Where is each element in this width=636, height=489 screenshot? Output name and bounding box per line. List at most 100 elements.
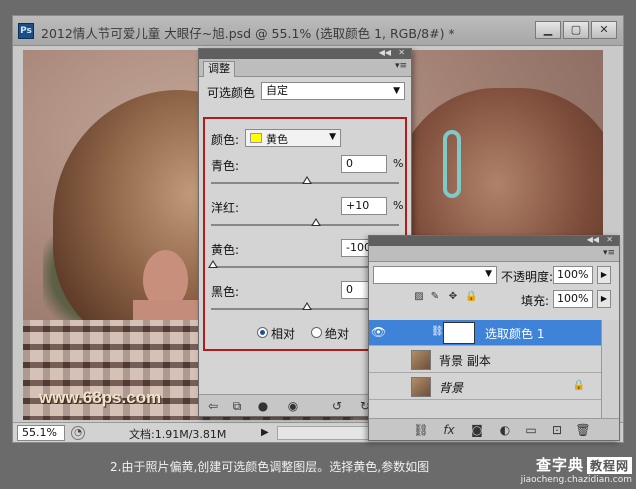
new-group-icon[interactable]: ▭ <box>523 422 539 438</box>
opacity-input[interactable]: 100% <box>553 266 593 284</box>
cyan-input[interactable]: 0 <box>341 155 387 173</box>
chevron-down-icon: ▼ <box>393 86 400 96</box>
layers-scrollbar[interactable] <box>601 320 619 420</box>
color-row: 颜色: 黄色 ▼ <box>211 129 401 147</box>
expand-view-icon[interactable]: ⧉ <box>229 398 245 414</box>
collapse-icon[interactable]: ◀◀ <box>379 48 391 57</box>
color-value: 黄色 <box>266 133 288 146</box>
magenta-input[interactable]: +10 <box>341 197 387 215</box>
preset-value: 自定 <box>266 84 288 97</box>
layer-name: 背景 副本 <box>439 354 491 368</box>
link-layers-icon[interactable]: ⛓ <box>413 422 429 438</box>
lock-move-icon[interactable]: ✥ <box>447 291 459 303</box>
slider-label: 黑色: <box>211 285 240 299</box>
visibility-eye-icon[interactable]: ◉ <box>285 398 301 414</box>
layers-tab-row: ▾≡ <box>369 246 619 262</box>
document-size: 文档:1.91M/3.81M <box>129 428 227 441</box>
layer-row[interactable]: 背景 副本 <box>369 347 601 373</box>
layers-panel: ◀◀ ✕ ▾≡ ▼ 不透明度: 100% ▶ ▨ ✎ ✥ 🔒 填充: 100% … <box>368 235 620 441</box>
panel-drag-bar[interactable]: ◀◀ ✕ <box>199 48 411 59</box>
collapse-icon[interactable]: ◀◀ <box>587 235 599 244</box>
opacity-label: 不透明度: <box>501 270 554 284</box>
close-button[interactable]: ✕ <box>591 21 617 39</box>
chevron-down-icon: ▼ <box>485 269 492 279</box>
layer-thumbnail <box>411 377 431 397</box>
slider-thumb[interactable] <box>311 218 322 226</box>
site-name: 查字典 <box>535 456 584 474</box>
fill-label: 填充: <box>521 294 550 308</box>
preset-row: 可选颜色 自定 ▼ <box>199 77 411 105</box>
opacity-arrow-icon[interactable]: ▶ <box>597 266 611 284</box>
layer-style-fx-icon[interactable]: fx <box>441 422 457 438</box>
percent-unit: % <box>393 199 404 212</box>
link-chain-icon: ⛓ <box>431 326 444 337</box>
panel-menu-icon[interactable]: ▾≡ <box>603 248 615 258</box>
layer-mask-thumbnail[interactable] <box>443 322 475 344</box>
lock-transparent-icon[interactable]: ▨ <box>413 291 425 303</box>
panel-tab-row: 调整 ▾≡ <box>199 59 411 77</box>
minimize-icon: ▁ <box>543 23 553 36</box>
panel-close-icon[interactable]: ✕ <box>606 235 613 244</box>
slider-label: 洋红: <box>211 201 240 215</box>
clip-layer-icon[interactable]: ● <box>255 398 271 414</box>
fill-arrow-icon[interactable]: ▶ <box>597 290 611 308</box>
minimize-button[interactable]: ▁ <box>535 21 561 39</box>
radio-absolute-label: 绝对 <box>325 327 350 341</box>
layer-name: 选取颜色 1 <box>485 327 545 341</box>
slider-track[interactable] <box>211 224 399 226</box>
photoshop-logo-icon: Ps <box>18 23 34 39</box>
lock-row: ▨ ✎ ✥ 🔒 填充: 100% ▶ <box>369 286 619 310</box>
radio-relative[interactable] <box>257 327 268 338</box>
adjustment-layer-icon[interactable]: ◐ <box>497 422 513 438</box>
document-titlebar[interactable]: Ps 2012情人节可爱儿童 大眼仔~旭.psd @ 55.1% (选取颜色 1… <box>13 16 623 46</box>
preset-dropdown[interactable]: 自定 ▼ <box>261 82 405 100</box>
document-title: 2012情人节可爱儿童 大眼仔~旭.psd @ 55.1% (选取颜色 1, R… <box>41 26 455 41</box>
window-buttons: ▁ ▢ ✕ <box>535 21 617 39</box>
radio-relative-label: 相对 <box>271 327 296 341</box>
panel-close-icon[interactable]: ✕ <box>398 48 405 57</box>
tab-adjustments[interactable]: 调整 <box>203 61 235 77</box>
blend-row: ▼ 不透明度: 100% ▶ <box>369 262 619 286</box>
lock-all-icon[interactable]: 🔒 <box>465 291 477 303</box>
new-layer-icon[interactable]: ⊡ <box>549 422 565 438</box>
status-menu-arrow-icon[interactable]: ▶ <box>261 426 273 440</box>
layer-name: 背景 <box>439 381 464 395</box>
lock-icon: 🔒 <box>572 380 585 391</box>
slider-thumb[interactable] <box>208 260 218 268</box>
view-previous-icon[interactable]: ↺ <box>329 398 345 414</box>
status-info-icon[interactable]: ◔ <box>71 426 85 440</box>
chevron-down-icon: ▼ <box>329 132 336 142</box>
slider-label: 青色: <box>211 159 240 173</box>
layer-row[interactable]: 背景 🔒 <box>369 374 601 400</box>
slider-magenta: 洋红: +10 % <box>211 197 403 237</box>
layer-row[interactable]: 👁 ⛓ 选取颜色 1 <box>369 320 601 346</box>
slider-thumb[interactable] <box>302 176 312 184</box>
layer-thumbnail <box>411 350 431 370</box>
radio-absolute[interactable] <box>311 327 322 338</box>
layers-drag-bar[interactable]: ◀◀ ✕ <box>369 235 619 246</box>
visibility-eye-icon[interactable]: 👁 <box>371 325 386 339</box>
site-logo: 查字典 教程网 jiaocheng.chazidian.com <box>521 454 632 485</box>
color-dropdown[interactable]: 黄色 ▼ <box>245 129 341 147</box>
panel-menu-icon[interactable]: ▾≡ <box>395 61 407 71</box>
slider-label: 黄色: <box>211 243 240 257</box>
hair-clip <box>443 130 461 198</box>
trash-icon[interactable]: 🗑 <box>575 422 591 438</box>
percent-unit: % <box>393 157 404 170</box>
site-box: 教程网 <box>586 457 632 474</box>
maximize-button[interactable]: ▢ <box>563 21 589 39</box>
site-url: jiaocheng.chazidian.com <box>520 475 632 485</box>
fill-input[interactable]: 100% <box>553 290 593 308</box>
zoom-level-field[interactable]: 55.1% <box>17 425 65 441</box>
back-arrow-icon[interactable]: ⇦ <box>205 398 221 414</box>
add-mask-icon[interactable]: ◙ <box>469 422 485 438</box>
color-label: 颜色: <box>211 133 240 147</box>
watermark-text: www.68ps.com <box>39 388 162 407</box>
slider-cyan: 青色: 0 % <box>211 155 403 195</box>
lock-paint-icon[interactable]: ✎ <box>429 291 441 303</box>
preset-label: 可选颜色 <box>207 86 256 100</box>
layers-footer: ⛓ fx ◙ ◐ ▭ ⊡ 🗑 <box>369 418 619 440</box>
close-icon: ✕ <box>599 23 609 36</box>
slider-thumb[interactable] <box>302 302 312 310</box>
blend-mode-dropdown[interactable]: ▼ <box>373 266 497 284</box>
